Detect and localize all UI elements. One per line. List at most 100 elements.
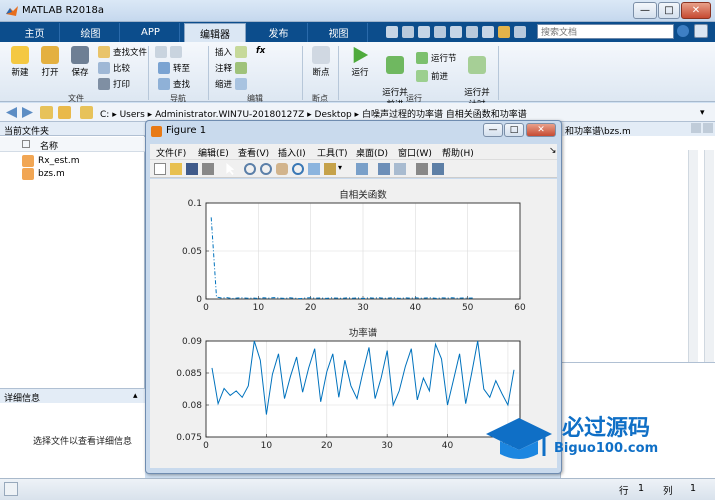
- up-folder-icon[interactable]: [40, 106, 53, 119]
- goto-icon: [158, 62, 170, 74]
- quick-access-copy-icon[interactable]: [418, 26, 430, 38]
- pointer-icon[interactable]: [226, 163, 235, 175]
- address-dropdown-icon[interactable]: ▾: [700, 108, 705, 118]
- maximize-button[interactable]: □: [658, 2, 680, 19]
- y-tick-label: 0.05: [182, 247, 202, 257]
- breadcrumb-item[interactable]: 白噪声过程的功率谱 自相关函数和功率谱: [362, 110, 527, 120]
- find-button[interactable]: 查找: [158, 78, 190, 90]
- show-plot-tools-icon[interactable]: [432, 163, 444, 175]
- editor-scrollbar[interactable]: [688, 150, 698, 362]
- save-button[interactable]: 保存: [66, 46, 94, 78]
- details-collapse-icon[interactable]: ▴: [133, 391, 138, 401]
- rotate-3d-icon[interactable]: [292, 163, 304, 175]
- figure-toolbar: ▾: [150, 159, 557, 178]
- figure-logo-icon: [151, 126, 162, 137]
- file-item[interactable]: bzs.m: [22, 168, 65, 180]
- figure-maximize-button[interactable]: □: [504, 123, 524, 137]
- y-tick-label: 0.075: [176, 433, 202, 443]
- details-message: 选择文件以查看详细信息: [33, 437, 133, 447]
- col-number: 1: [690, 483, 697, 494]
- figure-menu-bar: 文件(F) 编辑(E) 查看(V) 插入(I) 工具(T) 桌面(D) 窗口(W…: [150, 144, 557, 159]
- figure-close-button[interactable]: ✕: [526, 123, 556, 137]
- menu-view[interactable]: 查看(V): [238, 146, 269, 159]
- menu-desktop[interactable]: 桌面(D): [356, 146, 388, 159]
- quick-access-switch-icon[interactable]: [482, 26, 494, 38]
- menu-insert[interactable]: 插入(I): [278, 146, 306, 159]
- quick-access-cut-icon[interactable]: [402, 26, 414, 38]
- new-button[interactable]: 新建: [6, 46, 34, 78]
- quick-access-paste-icon[interactable]: [434, 26, 446, 38]
- goto-button[interactable]: 转至: [158, 62, 190, 74]
- panel-menu-icon[interactable]: [703, 123, 713, 133]
- fx-button[interactable]: fx: [256, 46, 265, 56]
- figure-minimize-button[interactable]: —: [483, 123, 503, 137]
- breadcrumb-item[interactable]: Administrator.WIN7U-20180127Z: [155, 110, 304, 120]
- run-section-button[interactable]: 运行节: [416, 52, 457, 64]
- filter-icon[interactable]: [694, 24, 708, 38]
- find-files-button[interactable]: 查找文件: [98, 46, 147, 58]
- breadcrumb-separator-icon: ▸: [147, 110, 156, 120]
- open-button[interactable]: 打开: [36, 46, 64, 78]
- x-tick-label: 40: [442, 441, 454, 451]
- data-cursor-icon[interactable]: [308, 163, 320, 175]
- tab-apps[interactable]: APP: [122, 23, 180, 42]
- breadcrumb[interactable]: C: ▸ Users ▸ Administrator.WIN7U-2018012…: [100, 107, 527, 120]
- tab-home[interactable]: 主页: [10, 23, 60, 42]
- x-tick-label: 0: [203, 441, 209, 451]
- link-plot-icon[interactable]: [356, 163, 368, 175]
- new-figure-icon[interactable]: [154, 163, 166, 175]
- breadcrumb-item[interactable]: Desktop: [315, 110, 352, 120]
- close-button[interactable]: ✕: [681, 2, 711, 19]
- legend-icon[interactable]: [394, 163, 406, 175]
- tab-editor[interactable]: 编辑器: [184, 23, 246, 42]
- column-checkbox-icon: [22, 140, 30, 148]
- colorbar-icon[interactable]: [378, 163, 390, 175]
- name-column-header[interactable]: 名称: [0, 137, 145, 152]
- quick-access-dropdown-icon[interactable]: [514, 26, 526, 38]
- tab-publish[interactable]: 发布: [250, 23, 308, 42]
- advance-button[interactable]: 前进: [416, 70, 448, 82]
- search-documentation-input[interactable]: [537, 24, 674, 39]
- tab-plots[interactable]: 绘图: [62, 23, 120, 42]
- menu-file[interactable]: 文件(F): [156, 146, 186, 159]
- zoom-in-icon[interactable]: [244, 163, 256, 175]
- tab-view[interactable]: 视图: [310, 23, 368, 42]
- menu-dock-icon[interactable]: ↘: [549, 146, 557, 156]
- breadcrumb-separator-icon: ▸: [112, 110, 120, 120]
- menu-edit[interactable]: 编辑(E): [198, 146, 229, 159]
- back-arrow-icon[interactable]: [6, 107, 17, 118]
- breadcrumb-item[interactable]: Users: [120, 110, 145, 120]
- menu-window[interactable]: 窗口(W): [398, 146, 432, 159]
- comment-button[interactable]: 注释: [215, 62, 248, 74]
- quick-access-save-icon[interactable]: [386, 26, 398, 38]
- file-item[interactable]: Rx_est.m: [22, 155, 79, 167]
- print-button[interactable]: 打印: [98, 78, 130, 90]
- search-icon[interactable]: [677, 25, 689, 37]
- breadcrumb-item[interactable]: C:: [100, 110, 109, 120]
- zoom-out-icon[interactable]: [260, 163, 272, 175]
- brush-dropdown-icon[interactable]: ▾: [338, 163, 342, 172]
- compare-button[interactable]: 比较: [98, 62, 130, 74]
- pan-icon[interactable]: [276, 163, 288, 175]
- hide-plot-tools-icon[interactable]: [416, 163, 428, 175]
- editor-scrollbar[interactable]: [704, 150, 714, 362]
- indent-button[interactable]: 缩进: [215, 78, 248, 90]
- back-forward-buttons[interactable]: [155, 46, 182, 58]
- breakpoints-icon: [312, 46, 330, 64]
- insert-button[interactable]: 插入: [215, 46, 248, 58]
- menu-tools[interactable]: 工具(T): [317, 146, 348, 159]
- run-button[interactable]: 运行: [346, 46, 374, 78]
- menu-help[interactable]: 帮助(H): [442, 146, 474, 159]
- browse-folder-icon[interactable]: [58, 106, 71, 119]
- open-file-icon[interactable]: [170, 163, 182, 175]
- brush-icon[interactable]: [324, 163, 336, 175]
- save-figure-icon[interactable]: [186, 163, 198, 175]
- minimize-button[interactable]: —: [633, 2, 657, 19]
- print-figure-icon[interactable]: [202, 163, 214, 175]
- quick-access-undo-icon[interactable]: [450, 26, 462, 38]
- quick-access-redo-icon[interactable]: [466, 26, 478, 38]
- breakpoints-button[interactable]: 断点: [308, 46, 334, 78]
- quick-access-help-icon[interactable]: [498, 26, 510, 38]
- panel-close-icon[interactable]: [691, 123, 701, 133]
- forward-arrow-icon[interactable]: [22, 107, 33, 118]
